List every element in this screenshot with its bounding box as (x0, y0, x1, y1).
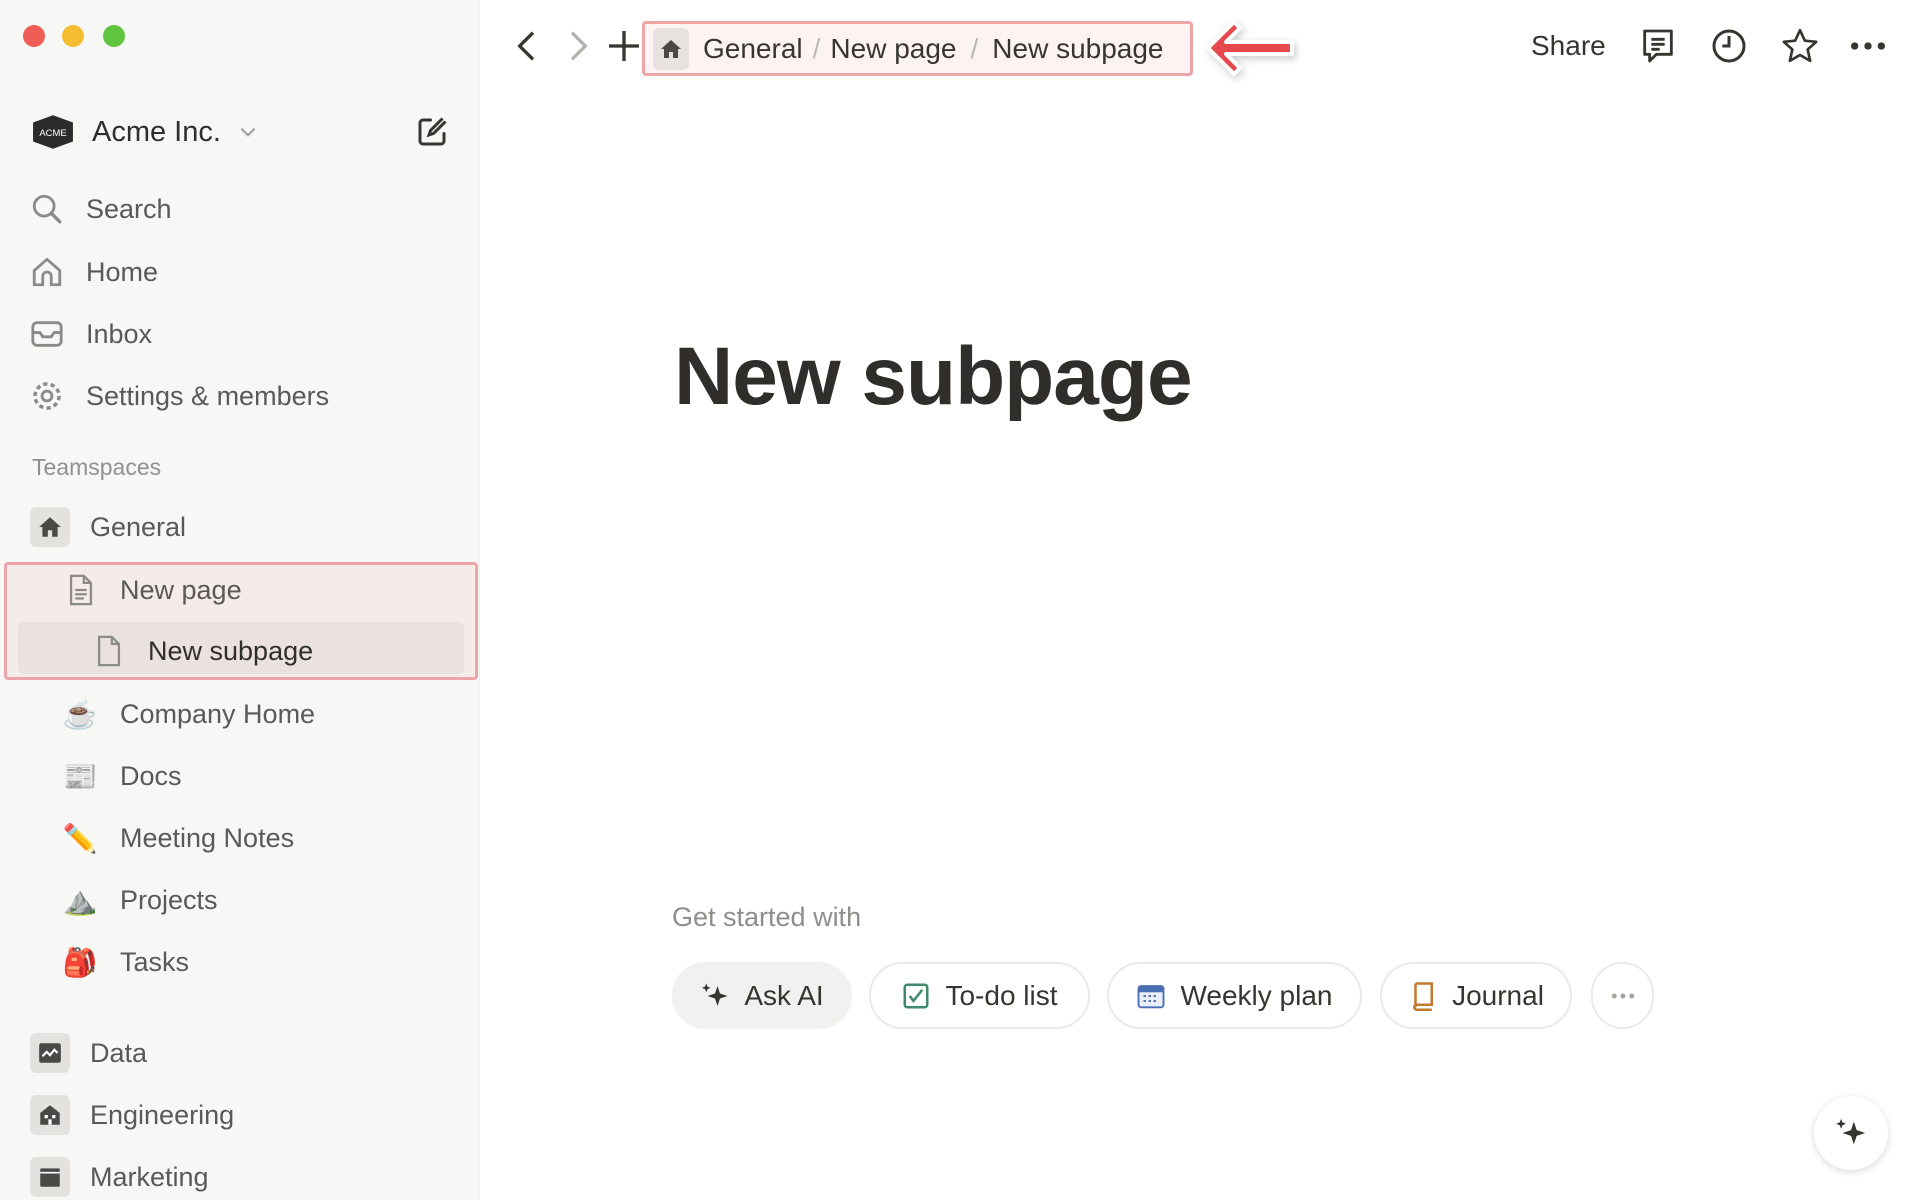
book-icon (1413, 981, 1434, 1011)
more-templates-button[interactable] (1591, 962, 1654, 1029)
clapper-icon (30, 1157, 70, 1197)
new-tab-plus-icon[interactable] (604, 26, 644, 66)
sidebar-item-settings[interactable]: Settings & members (30, 376, 329, 416)
share-button[interactable]: Share (1531, 30, 1606, 62)
chart-icon (30, 1033, 70, 1073)
sidebar-item-label: Search (86, 193, 172, 224)
sidebar-item-label: Marketing (90, 1161, 209, 1192)
sidebar-item-marketing[interactable]: Marketing (30, 1157, 209, 1197)
sidebar-item-label: Meeting Notes (120, 822, 295, 853)
sidebar-item-label: Engineering (90, 1099, 235, 1130)
breadcrumb-separator: / (812, 32, 821, 64)
house-icon (653, 27, 689, 70)
sidebar-item-label: Inbox (86, 318, 153, 349)
sidebar-item-home[interactable]: Home (30, 252, 158, 292)
sidebar-item-engineering[interactable]: Engineering (30, 1095, 234, 1135)
more-options-icon[interactable] (1848, 26, 1888, 66)
ai-assistant-button[interactable] (1814, 1096, 1888, 1170)
sidebar-item-label: General (90, 511, 187, 542)
sidebar-page-docs[interactable]: 📰 Docs (62, 756, 182, 796)
button-label: To-do list (945, 979, 1058, 1011)
newspaper-icon: 📰 (62, 760, 98, 792)
building-icon (30, 1095, 70, 1135)
breadcrumb-new-page[interactable]: New page (830, 33, 956, 65)
minimize-window-button[interactable] (62, 25, 84, 47)
button-label: Journal (1452, 979, 1544, 1011)
sparkle-icon (702, 983, 728, 1006)
backpack-icon: 🎒 (62, 946, 98, 978)
weekly-plan-button[interactable]: Weekly plan (1107, 962, 1362, 1029)
sidebar-page-new-page[interactable]: New page (64, 570, 242, 610)
house-icon (30, 507, 70, 547)
breadcrumb-general[interactable]: General (703, 33, 803, 65)
sidebar-item-inbox[interactable]: Inbox (30, 314, 152, 354)
todo-list-button[interactable]: To-do list (869, 962, 1090, 1029)
more-options-icon (1611, 993, 1634, 998)
button-label: Weekly plan (1180, 979, 1333, 1011)
maximize-window-button[interactable] (103, 25, 125, 47)
pencil-icon: ✏️ (62, 822, 98, 854)
workspace-switcher[interactable]: ACME Acme Inc. (32, 112, 281, 152)
search-icon (32, 194, 62, 224)
page-icon (97, 635, 121, 667)
back-button[interactable] (508, 26, 548, 66)
get-started-label: Get started with (672, 902, 862, 932)
sidebar-item-label: Data (90, 1037, 148, 1068)
sidebar-item-label: Docs (120, 760, 182, 791)
journal-button[interactable]: Journal (1380, 962, 1572, 1029)
ask-ai-button[interactable]: Ask AI (672, 962, 852, 1029)
sidebar-page-company-home[interactable]: ☕ Company Home (62, 694, 316, 734)
comment-icon[interactable] (1638, 26, 1678, 66)
gear-icon (33, 382, 61, 410)
breadcrumb-separator: / (970, 32, 979, 64)
home-icon (32, 257, 62, 287)
sidebar: ACME Acme Inc. Search Home Inbox Setting… (0, 0, 480, 1200)
workspace-name: Acme Inc. (92, 115, 221, 148)
forward-button[interactable] (557, 26, 597, 66)
page-title[interactable]: New subpage (674, 330, 1193, 424)
sidebar-item-search[interactable]: Search (30, 189, 172, 229)
clock-icon[interactable] (1709, 26, 1749, 66)
calendar-icon (1138, 984, 1165, 1008)
sidebar-item-label: Tasks (120, 946, 190, 977)
sidebar-item-label: Home (86, 256, 159, 287)
mountain-icon: ⛰️ (62, 884, 98, 916)
new-page-compose-icon[interactable] (414, 114, 450, 150)
acme-logo: ACME (33, 115, 73, 149)
sidebar-item-label: Projects (120, 884, 218, 915)
svg-text:ACME: ACME (39, 128, 66, 139)
page-icon (69, 574, 93, 606)
breadcrumb-new-subpage[interactable]: New subpage (992, 33, 1163, 65)
inbox-icon (31, 321, 63, 347)
sidebar-page-tasks[interactable]: 🎒 Tasks (62, 942, 189, 982)
teamspaces-heading: Teamspaces (32, 454, 162, 480)
annotation-arrow-icon (1206, 20, 1294, 76)
star-icon[interactable] (1780, 26, 1820, 66)
coffee-icon: ☕ (62, 698, 98, 730)
sparkle-icon (1836, 1118, 1866, 1145)
button-label: Ask AI (744, 979, 824, 1011)
sidebar-item-label: New subpage (148, 635, 314, 666)
sidebar-item-label: New page (120, 574, 242, 605)
checkbox-icon (903, 983, 929, 1008)
sidebar-page-meeting-notes[interactable]: ✏️ Meeting Notes (62, 818, 295, 858)
close-window-button[interactable] (23, 25, 45, 47)
sidebar-item-general[interactable]: General (30, 507, 186, 547)
sidebar-item-label: Settings & members (86, 380, 330, 411)
breadcrumb: General / New page / New subpage (642, 21, 1193, 76)
chevron-down-icon (240, 127, 256, 137)
sidebar-page-projects[interactable]: ⛰️ Projects (62, 880, 218, 920)
sidebar-page-new-subpage[interactable]: New subpage (92, 631, 313, 671)
sidebar-item-label: Company Home (120, 698, 316, 729)
sidebar-item-data[interactable]: Data (30, 1033, 147, 1073)
